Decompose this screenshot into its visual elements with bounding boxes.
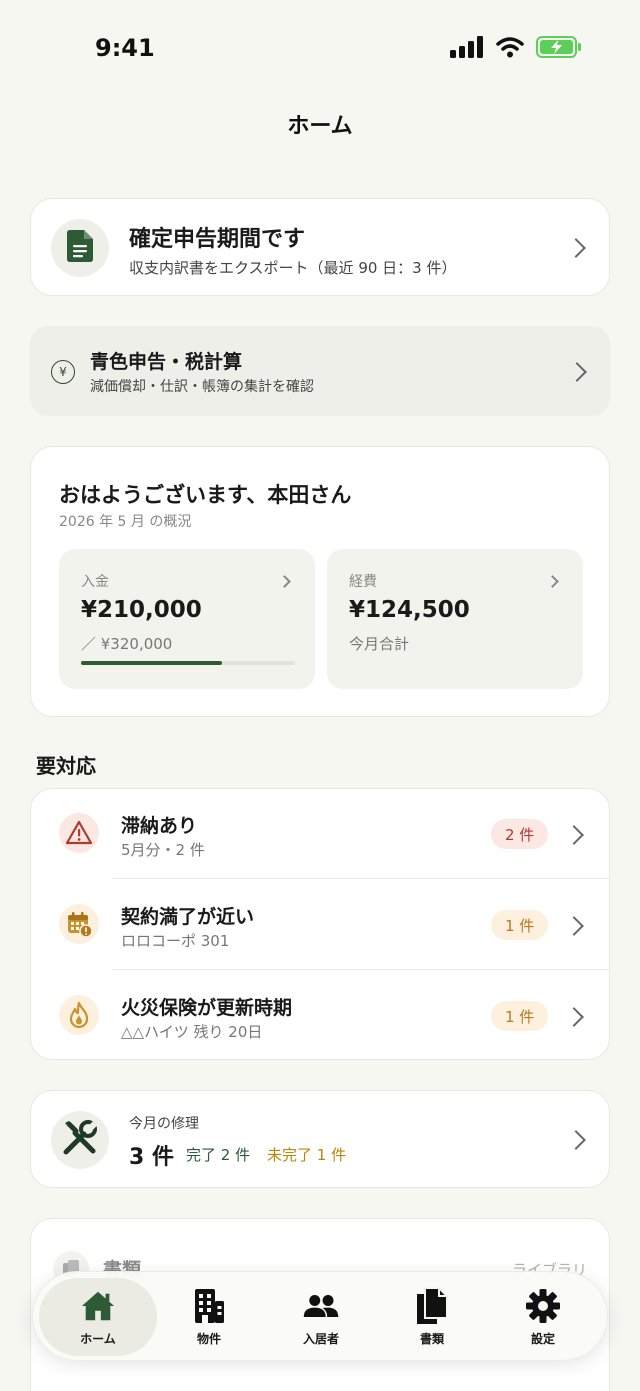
repairs-pending: 未完了 1 件 bbox=[267, 1146, 347, 1164]
blue-card-title: 青色申告・税計算 bbox=[90, 351, 243, 373]
item-subtitle: △△ハイツ 残り 20日 bbox=[121, 1023, 263, 1041]
expense-label: 経費 bbox=[349, 574, 377, 590]
count-badge: 1 件 bbox=[491, 1001, 549, 1031]
action-section-title: 要対応 bbox=[36, 754, 96, 778]
expense-note: 今月合計 bbox=[349, 635, 410, 653]
income-stat-card[interactable]: 入金 ¥210,000 ／ ¥320,000 bbox=[59, 549, 315, 689]
status-time: 9:41 bbox=[95, 34, 155, 62]
warning-icon bbox=[59, 813, 99, 853]
chevron-right-icon bbox=[566, 1130, 586, 1150]
tax-card-title: 確定申告期間です bbox=[129, 227, 306, 252]
blue-filing-card[interactable]: ¥ 青色申告・税計算 減価償却・仕訳・帳簿の集計を確認 bbox=[30, 326, 610, 416]
blue-card-subtitle: 減価償却・仕訳・帳簿の集計を確認 bbox=[90, 379, 314, 395]
greeting: おはようございます、本田さん bbox=[59, 483, 352, 507]
tax-card-subtitle: 収支内訳書をエクスポート（最近 90 日：3 件） bbox=[129, 259, 457, 277]
tab-bar: ホーム 物件 入居者 書類 設定 bbox=[32, 1271, 608, 1361]
income-target: ／ ¥320,000 bbox=[81, 635, 173, 653]
list-item[interactable]: 契約満了が近い ロロコーポ 301 1 件 bbox=[31, 880, 611, 970]
calendar-alert-icon bbox=[59, 904, 99, 944]
item-subtitle: ロロコーポ 301 bbox=[121, 932, 230, 950]
chevron-right-icon bbox=[278, 575, 291, 588]
count-badge: 1 件 bbox=[491, 910, 549, 940]
income-label: 入金 bbox=[81, 574, 109, 590]
chevron-right-icon bbox=[566, 238, 586, 258]
repairs-label: 今月の修理 bbox=[129, 1116, 199, 1132]
repairs-card[interactable]: 今月の修理 3 件 完了 2 件 未完了 1 件 bbox=[30, 1090, 610, 1188]
home-icon bbox=[80, 1288, 116, 1324]
tab-label: 書類 bbox=[419, 1331, 444, 1346]
tax-filing-card[interactable]: 確定申告期間です 収支内訳書をエクスポート（最近 90 日：3 件） bbox=[30, 198, 610, 296]
tab-label: 設定 bbox=[530, 1331, 555, 1346]
item-subtitle: 5月分・2 件 bbox=[121, 841, 205, 859]
yen-icon: ¥ bbox=[51, 360, 75, 384]
page-title: ホーム bbox=[287, 114, 353, 139]
expense-value: ¥124,500 bbox=[349, 597, 470, 623]
item-title: 契約満了が近い bbox=[121, 906, 255, 928]
tax-icon-container bbox=[51, 219, 109, 277]
tab-label: 物件 bbox=[196, 1331, 221, 1346]
tools-icon bbox=[60, 1118, 100, 1162]
item-title: 滞納あり bbox=[121, 815, 198, 837]
divider bbox=[113, 878, 611, 879]
people-icon bbox=[303, 1288, 339, 1324]
tab-settings[interactable]: 設定 bbox=[484, 1278, 602, 1356]
summary-period: 2026 年 5 月 の概況 bbox=[59, 514, 192, 530]
list-item[interactable]: 滞納あり 5月分・2 件 2 件 bbox=[31, 789, 611, 879]
repairs-done: 完了 2 件 bbox=[186, 1146, 251, 1164]
documents-icon bbox=[414, 1286, 450, 1324]
signal-icon bbox=[450, 36, 484, 62]
tab-label: 入居者 bbox=[302, 1331, 339, 1346]
item-title: 火災保険が更新時期 bbox=[121, 997, 293, 1019]
battery-icon bbox=[536, 36, 582, 62]
document-icon bbox=[67, 230, 93, 266]
chevron-right-icon bbox=[567, 362, 587, 382]
tools-icon-container bbox=[51, 1111, 109, 1169]
chevron-right-icon bbox=[546, 575, 559, 588]
chevron-right-icon bbox=[564, 825, 584, 845]
building-icon bbox=[191, 1288, 227, 1324]
gear-icon bbox=[525, 1288, 561, 1324]
income-value: ¥210,000 bbox=[81, 597, 202, 623]
wifi-icon bbox=[496, 36, 524, 62]
repairs-count: 3 件 bbox=[129, 1145, 174, 1170]
tab-tenants[interactable]: 入居者 bbox=[262, 1278, 380, 1356]
list-item[interactable]: 火災保険が更新時期 △△ハイツ 残り 20日 1 件 bbox=[31, 971, 611, 1061]
fire-icon bbox=[59, 995, 99, 1035]
status-icons bbox=[450, 36, 582, 62]
chevron-right-icon bbox=[564, 1007, 584, 1027]
income-progress-fill bbox=[81, 661, 223, 665]
divider bbox=[113, 969, 611, 970]
tab-label: ホーム bbox=[80, 1331, 116, 1346]
monthly-summary-card: おはようございます、本田さん 2026 年 5 月 の概況 入金 ¥210,00… bbox=[30, 446, 610, 717]
expense-stat-card[interactable]: 経費 ¥124,500 今月合計 bbox=[327, 549, 583, 689]
status-bar: 9:41 bbox=[0, 0, 640, 96]
tab-home[interactable]: ホーム bbox=[39, 1278, 157, 1356]
tab-properties[interactable]: 物件 bbox=[150, 1278, 268, 1356]
tab-documents[interactable]: 書類 bbox=[373, 1278, 491, 1356]
action-list: 滞納あり 5月分・2 件 2 件 契約満了が近い ロロコーポ 301 1 件 火… bbox=[30, 788, 611, 1061]
income-progress-bar bbox=[81, 661, 295, 665]
chevron-right-icon bbox=[564, 916, 584, 936]
count-badge: 2 件 bbox=[491, 819, 549, 849]
